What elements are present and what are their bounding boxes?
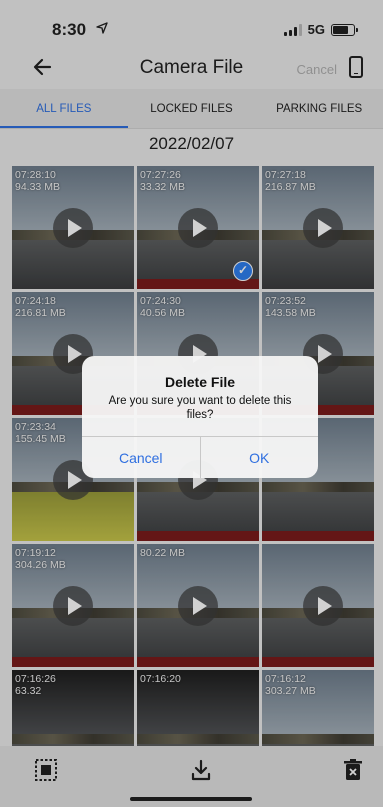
dialog-message: Are you sure you want to delete this fil… (108, 395, 292, 421)
delete-confirm-dialog: Delete File Are you sure you want to del… (82, 356, 318, 478)
dialog-actions: Cancel OK (82, 436, 318, 478)
dialog-ok-button[interactable]: OK (201, 437, 319, 478)
dialog-cancel-button[interactable]: Cancel (82, 437, 201, 478)
dialog-title: Delete File (164, 374, 236, 390)
